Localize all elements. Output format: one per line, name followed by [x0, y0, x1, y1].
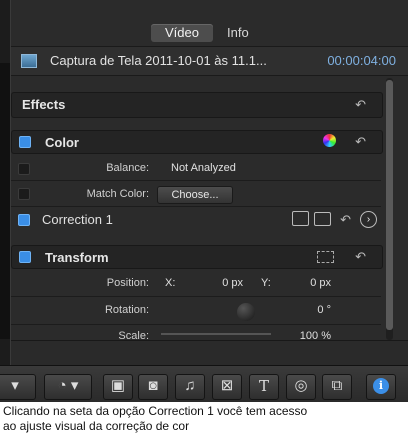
- rotation-value[interactable]: 0 °: [286, 304, 331, 316]
- color-section-header[interactable]: Color ↶: [11, 130, 383, 154]
- camera-browser-icon[interactable]: ◙: [138, 374, 168, 400]
- transform-enable-checkbox[interactable]: [19, 251, 31, 263]
- balance-label: Balance:: [106, 162, 149, 174]
- transform-onscreen-icon[interactable]: [317, 251, 334, 263]
- match-color-checkbox[interactable]: [18, 188, 30, 200]
- inspector-info-button[interactable]: i: [366, 374, 396, 400]
- match-color-label: Match Color:: [86, 188, 149, 200]
- x-label: X:: [165, 277, 176, 289]
- themes-browser-icon[interactable]: ⧉: [322, 374, 352, 400]
- color-label: Color: [45, 135, 79, 150]
- clip-header: Captura de Tela 2011-10-01 às 11.1... 00…: [11, 46, 408, 76]
- inspector-tabs: Vídeo Info: [151, 24, 263, 44]
- image-icon: [21, 54, 37, 68]
- color-reset-icon[interactable]: ↶: [355, 134, 366, 150]
- transform-reset-icon[interactable]: ↶: [355, 249, 366, 265]
- color-enable-checkbox[interactable]: [19, 136, 31, 148]
- rotation-dial[interactable]: [237, 303, 255, 321]
- transform-label: Transform: [45, 250, 109, 265]
- effects-label: Effects: [22, 97, 66, 112]
- y-value[interactable]: 0 px: [286, 277, 331, 289]
- tab-info[interactable]: Info: [213, 24, 263, 42]
- toolbar: ▾ ◔ ▾ ▣ ◙ ♫ ⊠ T ◎ ⧉ i: [0, 365, 408, 402]
- color-board-icon[interactable]: [323, 134, 336, 147]
- balance-checkbox[interactable]: [18, 163, 30, 175]
- correction-enable-checkbox[interactable]: [18, 214, 30, 226]
- tab-video[interactable]: Vídeo: [151, 24, 213, 42]
- viewer-edge: [0, 0, 11, 402]
- inspector-content: Effects ↶ Color ↶ Balance: Not Analyzed …: [11, 78, 386, 340]
- scale-label: Scale:: [118, 330, 149, 340]
- correction-label: Correction 1: [42, 212, 113, 227]
- clip-timecode: 00:00:04:00: [327, 53, 396, 68]
- scale-value[interactable]: 100 %: [286, 330, 331, 340]
- scale-slider[interactable]: [161, 333, 271, 335]
- match-color-row: Match Color: Choose...: [11, 183, 381, 205]
- clip-title: Captura de Tela 2011-10-01 às 11.1...: [50, 53, 267, 68]
- inspector-info-icon: i: [373, 378, 389, 394]
- caption-line-1: Clicando na seta da opção Correction 1 v…: [3, 404, 308, 418]
- balance-value: Not Analyzed: [171, 162, 236, 174]
- correction-arrow-icon[interactable]: ›: [360, 211, 377, 228]
- rotation-row: Rotation: 0 °: [11, 299, 381, 323]
- retime-icon[interactable]: ◔ ▾: [44, 374, 92, 400]
- caption: Clicando na seta da opção Correction 1 v…: [3, 404, 307, 434]
- transform-section-header[interactable]: Transform ↶: [11, 245, 383, 269]
- x-value[interactable]: 0 px: [191, 277, 243, 289]
- correction-1-row: Correction 1 ↶ ›: [11, 209, 381, 231]
- rotation-label: Rotation:: [104, 304, 149, 316]
- add-shape-mask-icon[interactable]: [292, 211, 309, 226]
- position-row: Position: X: 0 px Y: 0 px: [11, 273, 381, 295]
- scale-row: Scale: 100 %: [11, 327, 381, 340]
- correction-reset-icon[interactable]: ↶: [340, 212, 351, 228]
- balance-row: Balance: Not Analyzed: [11, 158, 381, 180]
- choose-button[interactable]: Choose...: [157, 186, 233, 204]
- music-browser-icon[interactable]: ♫: [175, 374, 205, 400]
- select-tool-icon[interactable]: ▾: [0, 374, 36, 400]
- effects-section-header[interactable]: Effects ↶: [11, 92, 383, 118]
- inspector-footer: [11, 340, 408, 366]
- add-color-mask-icon[interactable]: [314, 212, 331, 226]
- transitions-browser-icon[interactable]: ⊠: [212, 374, 242, 400]
- generators-browser-icon[interactable]: ◎: [286, 374, 316, 400]
- caption-line-2: ao ajuste visual da correção de cor: [3, 419, 190, 433]
- position-label: Position:: [106, 277, 149, 289]
- titles-browser-icon[interactable]: T: [249, 374, 279, 400]
- effects-reset-icon[interactable]: ↶: [355, 97, 366, 113]
- final-cut-window: Vídeo Info Captura de Tela 2011-10-01 às…: [0, 0, 408, 402]
- y-label: Y:: [261, 277, 271, 289]
- scrollbar-thumb[interactable]: [386, 80, 393, 330]
- photos-browser-icon[interactable]: ▣: [103, 374, 133, 400]
